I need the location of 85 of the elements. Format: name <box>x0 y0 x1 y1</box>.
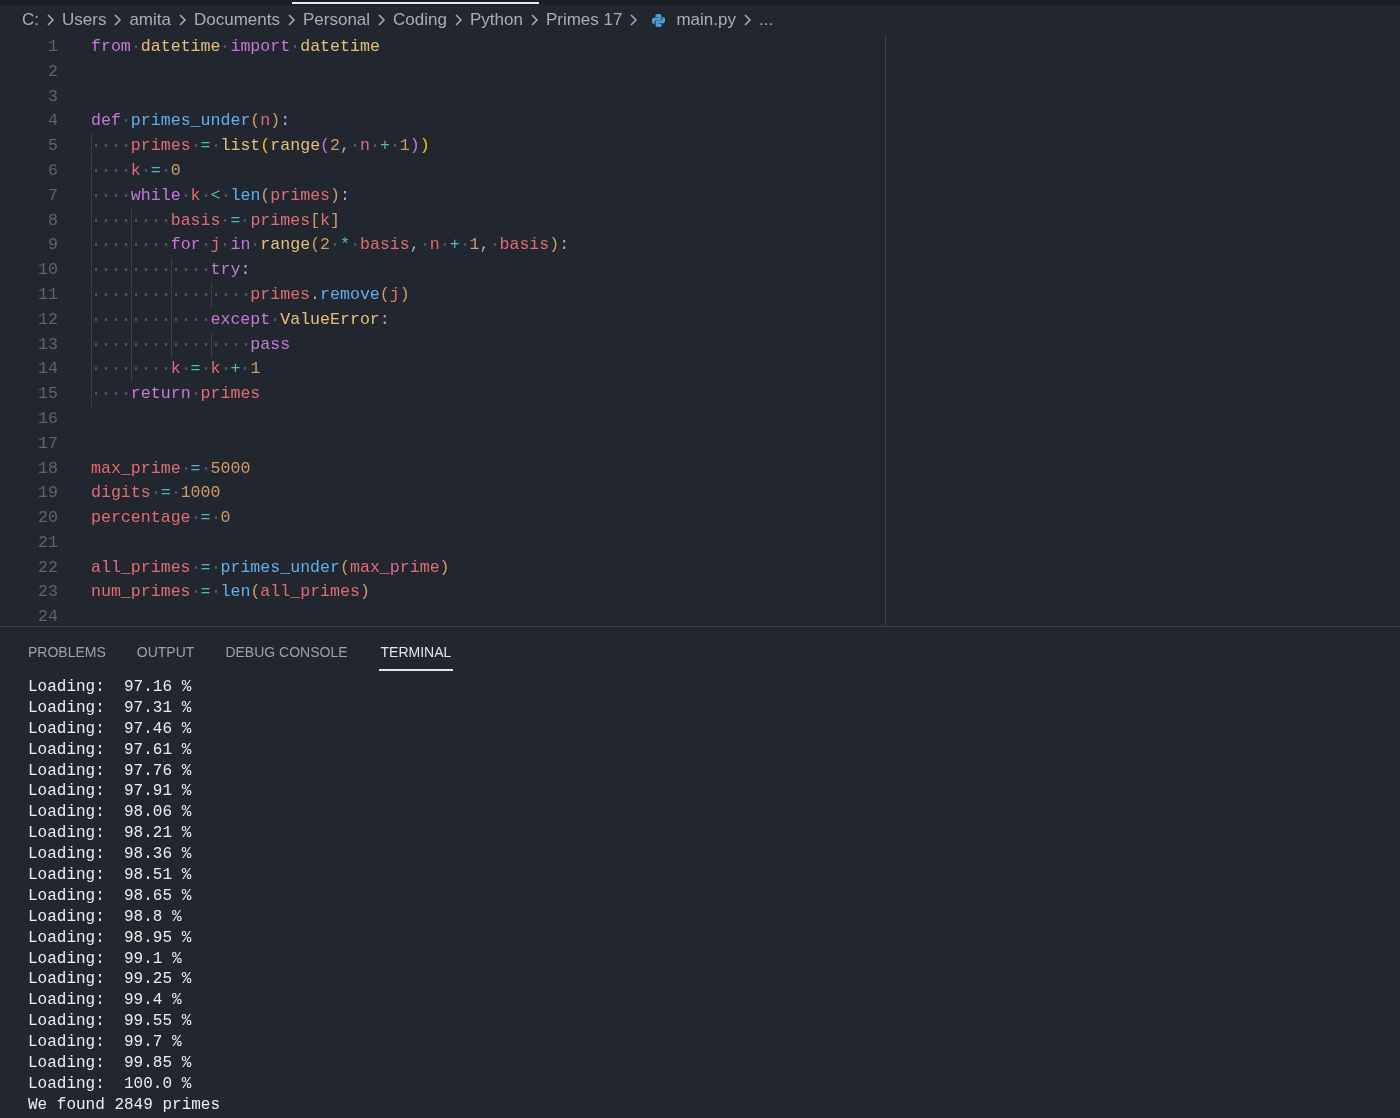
panel-tab[interactable]: PROBLEMS <box>28 642 106 671</box>
line-number: 22 <box>37 556 58 579</box>
line-number: 2 <box>47 60 58 83</box>
line-number: 4 <box>47 110 58 133</box>
terminal-line: Loading: 99.7 % <box>28 1032 182 1054</box>
line-number: 8 <box>47 209 58 232</box>
chevron-right-icon <box>286 13 296 27</box>
breadcrumb-item[interactable]: Python <box>469 7 523 33</box>
terminal-line: Loading: 98.65 % <box>28 885 192 907</box>
code-line: return primes <box>91 382 261 407</box>
chevron-right-icon <box>113 13 123 27</box>
code-line: max_prime = 5000 <box>91 457 251 480</box>
breadcrumb-item[interactable]: Personal <box>302 7 371 33</box>
line-number: 19 <box>37 482 58 505</box>
line-number: 14 <box>37 358 58 381</box>
terminal-line: Loading: 97.61 % <box>28 739 192 761</box>
chevron-right-icon <box>629 13 639 27</box>
code-line: def primes_under(n): <box>91 110 291 133</box>
code-line: while k < len(primes): <box>91 183 350 209</box>
file-name[interactable]: main.py <box>676 7 736 33</box>
terminal-line: Loading: 98.21 % <box>28 823 192 845</box>
chevron-right-icon <box>377 13 387 27</box>
terminal-line: Loading: 97.46 % <box>28 718 192 740</box>
terminal-line: Loading: 98.95 % <box>28 927 192 949</box>
panel-tab[interactable]: DEBUG CONSOLE <box>225 642 348 671</box>
terminal-line: Loading: 99.25 % <box>28 969 192 991</box>
more-ellipsis[interactable]: ... <box>758 7 774 33</box>
terminal-line: Loading: 97.16 % <box>28 677 192 698</box>
breadcrumb-item[interactable]: Coding <box>393 7 447 33</box>
breadcrumb-item[interactable]: C: <box>22 7 39 33</box>
terminal-line: Loading: 97.76 % <box>28 760 192 782</box>
breadcrumb-item[interactable]: amita <box>129 7 171 33</box>
line-number: 7 <box>47 184 58 207</box>
breadcrumb-item[interactable]: Users <box>62 7 107 33</box>
line-number: 20 <box>37 507 58 530</box>
line-number: 9 <box>47 234 58 257</box>
code-line: all_primes = primes_under(max_prime) <box>91 556 450 579</box>
line-number: 17 <box>37 432 58 455</box>
line-number: 16 <box>37 407 58 430</box>
chevron-right-icon <box>178 13 187 27</box>
code-line: digits = 1000 <box>91 482 221 505</box>
code-line: primes.remove(j) <box>91 282 410 308</box>
terminal-line: Loading: 99.1 % <box>28 948 182 970</box>
line-number: 6 <box>47 159 58 182</box>
code-line: num_primes = len(all_primes) <box>91 581 370 604</box>
terminal-line: Loading: 98.51 % <box>28 865 192 886</box>
code-line: k = 0 <box>91 158 181 184</box>
line-number: 13 <box>37 333 58 356</box>
code-line: from datetime import datetime <box>91 35 380 58</box>
terminal-line: Loading: 99.85 % <box>28 1053 192 1074</box>
terminal-line: Loading: 100.0 % <box>28 1073 192 1095</box>
terminal-line: Loading: 98.36 % <box>28 844 192 865</box>
code-line: k = k + 1 <box>91 357 261 383</box>
chevron-right-icon <box>46 13 55 27</box>
line-number: 11 <box>37 283 58 306</box>
line-number: 3 <box>47 85 58 108</box>
code-line: basis = primes[k] <box>91 208 341 234</box>
terminal-line: Loading: 97.91 % <box>28 781 192 803</box>
code-line: except ValueError: <box>91 307 390 333</box>
breadcrumb-item[interactable]: Primes 17 <box>545 7 623 33</box>
code-line: for j in range(2 * basis, n + 1, basis): <box>91 233 570 259</box>
line-number: 12 <box>37 308 58 331</box>
terminal-line: Loading: 97.31 % <box>28 697 192 719</box>
breadcrumb-item[interactable]: Documents <box>194 7 280 33</box>
line-number: 10 <box>37 259 58 282</box>
line-number: 24 <box>37 606 58 629</box>
chevron-right-icon <box>742 13 752 27</box>
code-line: primes = list(range(2, n + 1)) <box>91 134 430 160</box>
line-number: 5 <box>47 135 58 158</box>
python-file-icon <box>651 12 667 28</box>
chevron-right-icon <box>529 13 539 27</box>
code-line: percentage = 0 <box>91 507 231 530</box>
line-number: 23 <box>37 581 58 604</box>
chevron-right-icon <box>453 13 463 27</box>
terminal-line: Loading: 99.55 % <box>28 1011 192 1033</box>
line-number: 1 <box>47 35 58 58</box>
panel-tab[interactable]: OUTPUT <box>136 642 195 671</box>
line-number: 18 <box>37 457 58 480</box>
terminal-line: Loading: 98.8 % <box>28 906 182 928</box>
terminal-line: Loading: 98.06 % <box>28 802 192 824</box>
terminal-line: Loading: 99.4 % <box>28 990 182 1012</box>
panel-tab[interactable]: TERMINAL <box>378 642 454 671</box>
terminal-line: We found 2849 primes <box>28 1094 221 1116</box>
line-number: 15 <box>37 383 58 406</box>
line-number: 21 <box>37 531 58 554</box>
